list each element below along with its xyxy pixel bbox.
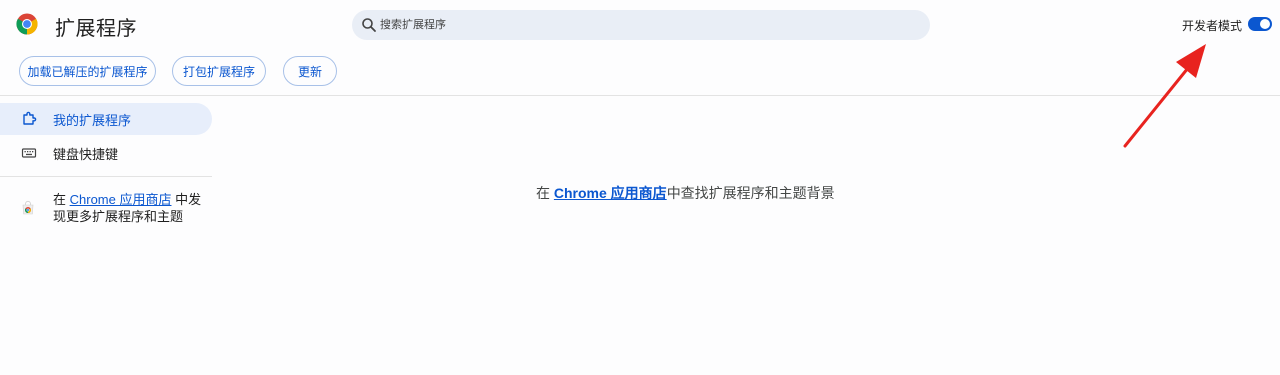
chrome-logo-icon bbox=[16, 13, 38, 35]
toolbar: 加载已解压的扩展程序 打包扩展程序 更新 bbox=[0, 56, 1280, 88]
update-button[interactable]: 更新 bbox=[283, 56, 337, 86]
empty-state-message: 在 Chrome 应用商店中查找扩展程序和主题背景 bbox=[536, 183, 835, 203]
empty-suffix: 中查找扩展程序和主题背景 bbox=[666, 185, 835, 201]
sidebar-item-label: 我的扩展程序 bbox=[53, 112, 132, 128]
load-unpacked-button[interactable]: 加载已解压的扩展程序 bbox=[19, 56, 156, 86]
search-box[interactable] bbox=[352, 10, 930, 40]
keyboard-icon bbox=[21, 148, 37, 158]
toggle-knob bbox=[1260, 19, 1270, 29]
search-icon bbox=[362, 18, 376, 32]
sidebar-divider bbox=[0, 176, 212, 177]
header-divider bbox=[0, 95, 1280, 96]
puzzle-icon bbox=[23, 111, 37, 125]
sidebar-item-keyboard-shortcuts[interactable]: 键盘快捷键 bbox=[0, 137, 212, 169]
developer-mode-toggle[interactable] bbox=[1248, 17, 1272, 31]
extensions-page: 扩展程序 开发者模式 加载已解压的扩展程序 打包扩展程序 更新 我的扩展程序 bbox=[0, 0, 1280, 375]
empty-prefix: 在 bbox=[536, 185, 554, 201]
sidebar-item-my-extensions[interactable]: 我的扩展程序 bbox=[0, 103, 212, 135]
pack-extension-button[interactable]: 打包扩展程序 bbox=[172, 56, 266, 86]
search-input[interactable] bbox=[380, 10, 900, 40]
header: 扩展程序 开发者模式 bbox=[0, 0, 1280, 50]
annotation-arrow-icon bbox=[1123, 44, 1206, 148]
chrome-web-store-icon bbox=[22, 200, 34, 215]
sidebar-item-label: 键盘快捷键 bbox=[53, 146, 119, 162]
web-store-promo: 在 Chrome 应用商店 中发现更多扩展程序和主题 bbox=[53, 191, 213, 225]
page-title: 扩展程序 bbox=[55, 18, 137, 40]
developer-mode-label: 开发者模式 bbox=[1182, 19, 1243, 33]
empty-web-store-link[interactable]: Chrome 应用商店 bbox=[554, 185, 667, 201]
promo-prefix: 在 bbox=[53, 192, 70, 207]
web-store-link[interactable]: Chrome 应用商店 bbox=[70, 192, 172, 207]
